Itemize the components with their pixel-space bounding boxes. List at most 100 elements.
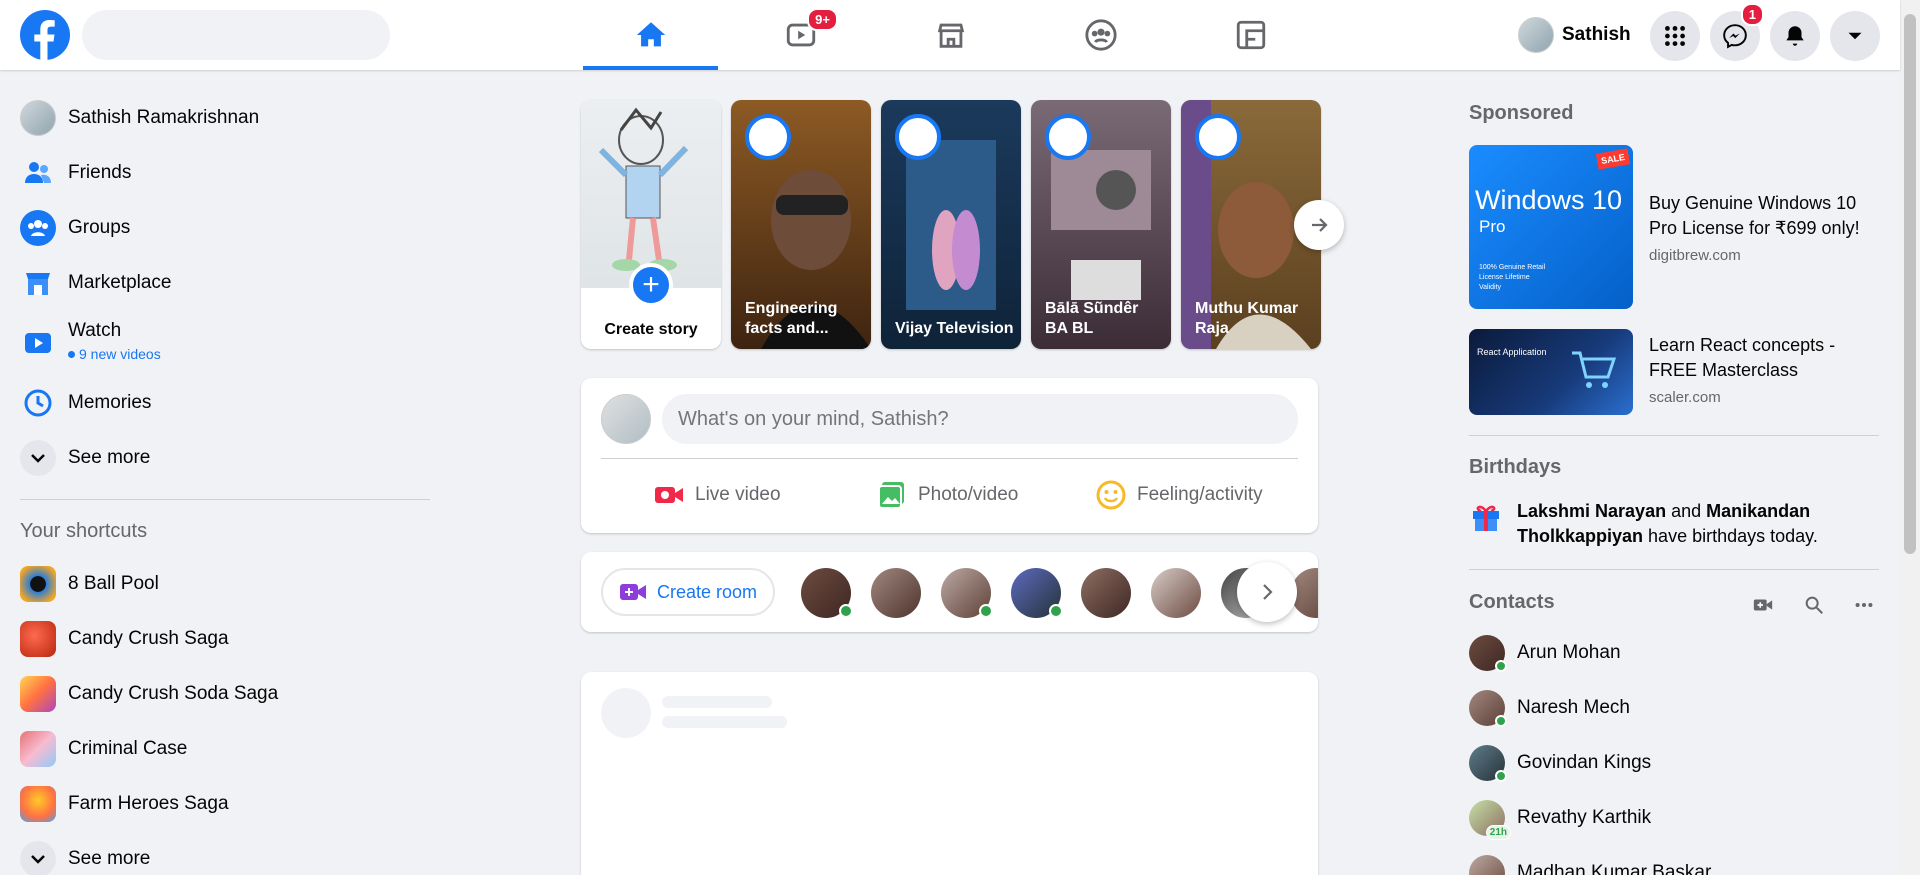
menu-button[interactable]	[1650, 11, 1700, 61]
birthday-notice[interactable]: Lakshmi Narayan and Manikandan Tholkkapp…	[1469, 499, 1877, 549]
ad-title: Learn React concepts - FREE Masterclass	[1649, 335, 1836, 380]
stories-next-button[interactable]	[1294, 200, 1344, 250]
profile-button[interactable]: Sathish	[1512, 14, 1641, 56]
room-contact-avatar[interactable]	[1151, 568, 1201, 618]
avatar	[20, 100, 56, 136]
farm-heroes-icon	[20, 786, 56, 822]
ad-image: Windows 10 Pro 100% Genuine Retail Licen…	[1469, 145, 1633, 309]
page-scrollbar[interactable]	[1900, 0, 1920, 875]
sidebar-item-label: Marketplace	[68, 272, 172, 293]
tab-watch[interactable]: 9+	[733, 0, 868, 70]
avatar	[1518, 17, 1554, 53]
tab-groups[interactable]	[1033, 0, 1168, 70]
shortcut-label: Candy Crush Soda Saga	[68, 683, 279, 704]
sidebar-divider	[20, 499, 430, 500]
contacts-options-button[interactable]	[1849, 590, 1879, 620]
sidebar-item-label: Groups	[68, 217, 131, 238]
whats-on-your-mind-input[interactable]	[662, 394, 1298, 444]
search-contacts-button[interactable]	[1799, 590, 1829, 620]
contact-item[interactable]: Govindan Kings	[1469, 745, 1652, 782]
gaming-icon	[1236, 20, 1265, 50]
story-avatar	[1045, 114, 1091, 160]
tab-home[interactable]	[583, 0, 718, 70]
watch-icon	[20, 326, 56, 362]
room-contact-avatar[interactable]	[1011, 568, 1063, 618]
photo-video-button[interactable]: Photo/video	[876, 470, 1018, 520]
grid-menu-icon	[1665, 26, 1685, 46]
story-card[interactable]: Vijay Television	[881, 100, 1021, 349]
skeleton-line	[662, 716, 787, 728]
rooms-bar: Create room	[581, 552, 1318, 632]
cart-icon	[1572, 351, 1617, 388]
online-indicator	[1049, 604, 1063, 618]
birthdays-title: Birthdays	[1469, 456, 1562, 478]
search-input[interactable]	[82, 10, 390, 60]
shortcut-8-ball-pool[interactable]: 8 Ball Pool	[20, 566, 159, 602]
new-videos-label: 9 new videos	[79, 346, 161, 362]
contact-name: Madhan Kumar Baskar	[1517, 862, 1712, 875]
shortcut-criminal-case[interactable]: Criminal Case	[20, 731, 187, 767]
shortcuts-see-more[interactable]: See more	[20, 841, 150, 875]
room-contact-avatar[interactable]	[941, 568, 993, 618]
facebook-logo-icon[interactable]	[20, 10, 70, 60]
room-contact-avatar[interactable]	[1081, 568, 1131, 618]
shortcut-candy-crush-saga[interactable]: Candy Crush Saga	[20, 621, 229, 657]
live-video-button[interactable]: Live video	[653, 470, 781, 520]
online-indicator	[1495, 660, 1507, 672]
sidebar-item-profile[interactable]: Sathish Ramakrishnan	[20, 100, 259, 136]
home-icon	[636, 22, 665, 47]
feeling-activity-button[interactable]: Feeling/activity	[1095, 470, 1263, 520]
rooms-next-button[interactable]	[1237, 562, 1297, 622]
loading-post-placeholder	[581, 672, 1318, 875]
friends-icon	[20, 155, 56, 191]
messenger-button[interactable]: 1	[1710, 3, 1764, 61]
contact-item[interactable]: Arun Mohan	[1469, 635, 1621, 672]
story-card[interactable]: Bālā Sũndêr BA BL	[1031, 100, 1171, 349]
contact-item[interactable]: 21h Revathy Karthik	[1469, 800, 1651, 840]
bell-icon	[1786, 26, 1804, 46]
room-contact-avatar[interactable]	[801, 568, 853, 618]
sponsored-ad[interactable]: React Application Learn React concepts -…	[1469, 329, 1879, 415]
create-room-button[interactable]: Create room	[601, 568, 776, 616]
notifications-button[interactable]	[1770, 11, 1820, 61]
tab-gaming[interactable]	[1183, 0, 1318, 70]
sponsored-ad[interactable]: Windows 10 Pro 100% Genuine Retail Licen…	[1469, 145, 1879, 309]
contact-item[interactable]: Madhan Kumar Baskar	[1469, 855, 1711, 875]
smiley-icon	[1096, 480, 1126, 510]
sidebar-item-groups[interactable]: Groups	[20, 210, 130, 246]
create-story-card[interactable]: + Create story	[581, 100, 721, 349]
story-label: Engineering facts and...	[745, 300, 838, 337]
contact-item[interactable]: Naresh Mech	[1469, 690, 1630, 727]
room-contact-avatar[interactable]	[871, 568, 921, 618]
sidebar-item-watch[interactable]: Watch 9 new videos	[20, 320, 161, 362]
story-avatar	[1195, 114, 1241, 160]
sidebar-item-marketplace[interactable]: Marketplace	[20, 265, 172, 301]
candy-crush-icon	[20, 621, 56, 657]
sidebar-item-label: See more	[68, 447, 151, 468]
profile-name: Sathish	[1562, 24, 1631, 45]
create-story-label: Create story	[604, 321, 698, 338]
sidebar-item-memories[interactable]: Memories	[20, 385, 151, 421]
birthday-person[interactable]: Lakshmi Narayan	[1517, 501, 1666, 521]
scrollbar-thumb[interactable]	[1904, 14, 1916, 554]
new-room-button[interactable]	[1748, 590, 1778, 620]
sidebar-item-label: Memories	[68, 392, 152, 413]
shortcut-farm-heroes-saga[interactable]: Farm Heroes Saga	[20, 786, 229, 822]
ad-image-title: Windows 10	[1475, 185, 1623, 215]
sidebar-see-more[interactable]: See more	[20, 440, 150, 476]
messenger-icon	[1723, 24, 1747, 49]
contact-name: Govindan Kings	[1517, 752, 1652, 773]
account-dropdown-button[interactable]	[1830, 11, 1880, 61]
sidebar-item-friends[interactable]: Friends	[20, 155, 131, 191]
story-card[interactable]: Engineering facts and...	[731, 100, 871, 349]
sponsored-title: Sponsored	[1469, 102, 1574, 124]
live-video-icon	[655, 487, 683, 503]
candy-crush-soda-icon	[20, 676, 56, 712]
shortcut-candy-crush-soda-saga[interactable]: Candy Crush Soda Saga	[20, 676, 278, 712]
tab-marketplace[interactable]	[883, 0, 1018, 70]
photo-video-label: Photo/video	[918, 484, 1019, 505]
more-options-icon	[1855, 602, 1873, 608]
main-nav-tabs: 9+	[583, 0, 1333, 70]
create-room-label: Create room	[657, 581, 758, 602]
online-indicator	[979, 604, 993, 618]
